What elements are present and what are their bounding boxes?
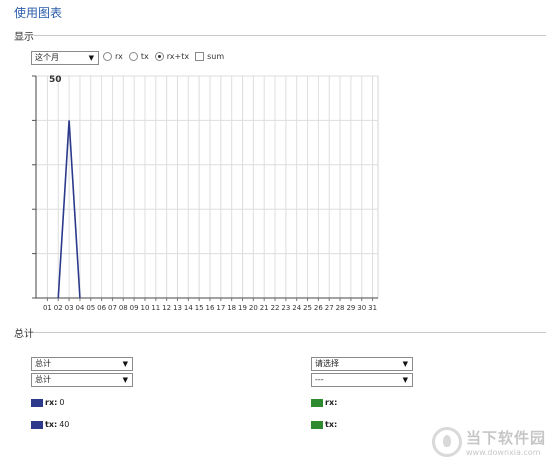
right-rx-label: rx:	[325, 398, 338, 407]
totals-right-select-1[interactable]: 请选择 ▼	[311, 357, 413, 371]
x-tick-label: 18	[227, 304, 236, 312]
watermark-logo-icon	[431, 427, 462, 457]
x-tick-label: 07	[108, 304, 117, 312]
left-rx-label: rx:	[45, 398, 58, 407]
totals-right-select-2-value: ---	[315, 375, 324, 384]
right-tx-total: tx:	[311, 420, 339, 429]
x-tick-label: 02	[54, 304, 63, 312]
left-rx-total: rx: 0	[31, 398, 64, 407]
x-tick-label: 08	[119, 304, 128, 312]
totals-left-select-2-value: 总计	[35, 375, 51, 384]
x-tick-label: 03	[65, 304, 74, 312]
x-tick-label: 13	[173, 304, 182, 312]
x-tick-label: 10	[141, 304, 150, 312]
x-tick-label: 19	[238, 304, 247, 312]
x-tick-label: 15	[195, 304, 204, 312]
left-tx-total: tx: 40	[31, 420, 69, 429]
chevron-down-icon: ▼	[122, 360, 128, 368]
x-tick-label: 21	[260, 304, 269, 312]
right-swatch-rx	[311, 398, 323, 407]
x-tick-label: 04	[75, 304, 84, 312]
x-tick-label: 24	[292, 304, 301, 312]
chevron-down-icon: ▼	[122, 376, 128, 384]
x-tick-label: 28	[336, 304, 345, 312]
usage-chart: 50 01 02 03 04 05 06 07 08 09 10 11 12 13 14 15 16 17 18 19…	[32, 75, 379, 312]
x-tick-label: 14	[184, 304, 193, 312]
x-tick-label: 30	[357, 304, 366, 312]
x-tick-label: 29	[346, 304, 355, 312]
x-tick-label: 12	[162, 304, 171, 312]
x-tick-label: 22	[271, 304, 280, 312]
x-tick-label: 16	[206, 304, 215, 312]
left-swatch-tx	[31, 420, 43, 429]
x-tick-label: 05	[86, 304, 95, 312]
x-tick-label: 26	[314, 304, 323, 312]
watermark-text: 当下软件园	[465, 429, 546, 447]
x-tick-label: 06	[97, 304, 106, 312]
totals-left-select-1-value: 总计	[35, 359, 51, 368]
chevron-down-icon: ▼	[402, 360, 408, 368]
x-tick-label: 31	[368, 304, 377, 312]
totals-legend: 总计	[14, 329, 34, 340]
x-tick-label: 23	[281, 304, 290, 312]
chevron-down-icon: ▼	[402, 376, 408, 384]
right-swatch-tx	[311, 420, 323, 429]
x-tick-label: 20	[249, 304, 258, 312]
totals-right-select-2[interactable]: --- ▼	[311, 373, 413, 387]
left-tx-label: tx:	[45, 420, 58, 429]
x-tick-label: 09	[130, 304, 139, 312]
y-tick-label: 50	[49, 75, 62, 85]
x-tick-label: 11	[151, 304, 160, 312]
plot-frame	[35, 75, 379, 299]
right-rx-total: rx:	[311, 398, 339, 407]
watermark: 当下软件园 www.downxia.com	[431, 427, 546, 457]
totals-divider	[34, 332, 546, 333]
totals-left-select-1[interactable]: 总计 ▼	[31, 357, 133, 371]
x-tick-label: 01	[43, 304, 52, 312]
left-swatch-rx	[31, 398, 43, 407]
x-tick-label: 25	[303, 304, 312, 312]
left-rx-value: 0	[59, 398, 65, 407]
x-tick-label: 17	[216, 304, 225, 312]
totals-right-select-1-value: 请选择	[315, 359, 339, 368]
right-tx-label: tx:	[325, 420, 338, 429]
x-tick-label: 27	[325, 304, 334, 312]
left-tx-value: 40	[59, 420, 70, 429]
watermark-url: www.downxia.com	[465, 448, 541, 457]
totals-left-select-2[interactable]: 总计 ▼	[31, 373, 133, 387]
